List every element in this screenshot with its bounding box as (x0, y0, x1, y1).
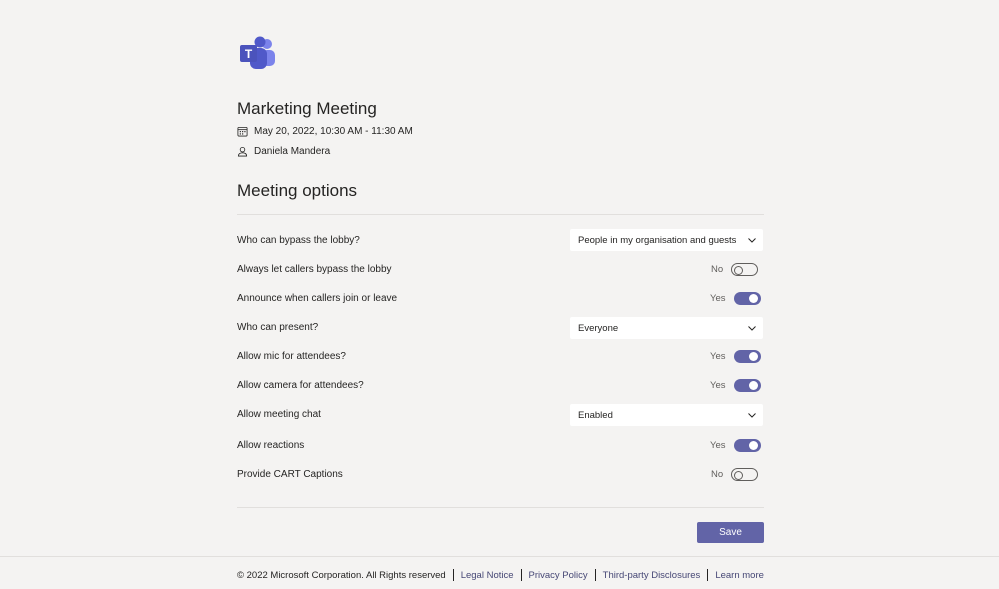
chevron-down-icon (748, 413, 756, 418)
svg-text:T: T (245, 47, 253, 61)
chevron-down-icon (748, 238, 756, 243)
divider (237, 214, 764, 215)
allow-mic-label: Allow mic for attendees? (237, 351, 346, 362)
person-icon (237, 146, 248, 157)
learn-more-link[interactable]: Learn more (715, 570, 764, 581)
separator (520, 569, 522, 581)
meeting-organizer-row: Daniela Mandera (237, 146, 330, 157)
bypass-lobby-value: People in my organisation and guests (578, 234, 737, 246)
cart-captions-label: Provide CART Captions (237, 469, 343, 480)
toggle-state-text: Yes (710, 293, 726, 304)
allow-mic-toggle[interactable] (733, 350, 761, 363)
privacy-policy-link[interactable]: Privacy Policy (529, 570, 588, 581)
toggle-state-text: Yes (710, 351, 726, 362)
divider (237, 507, 764, 508)
bypass-lobby-label: Who can bypass the lobby? (237, 235, 360, 246)
allow-camera-control: Yes (710, 379, 761, 392)
callers-bypass-toggle[interactable] (731, 263, 759, 276)
allow-reactions-label: Allow reactions (237, 440, 305, 451)
meeting-datetime-row: May 20, 2022, 10:30 AM - 11:30 AM (237, 126, 413, 137)
legal-notice-link[interactable]: Legal Notice (461, 570, 514, 581)
section-title: Meeting options (237, 181, 358, 200)
callers-bypass-control: No (711, 263, 759, 276)
toggle-state-text: No (711, 264, 724, 275)
meeting-chat-label: Allow meeting chat (237, 409, 321, 420)
toggle-state-text: Yes (710, 380, 726, 391)
meeting-organizer: Daniela Mandera (254, 146, 331, 157)
who-present-value: Everyone (578, 322, 619, 334)
meeting-chat-value: Enabled (578, 409, 613, 421)
announce-callers-label: Announce when callers join or leave (237, 293, 398, 304)
copyright-text: © 2022 Microsoft Corporation. All Rights… (237, 569, 446, 581)
third-party-disclosures-link[interactable]: Third-party Disclosures (603, 570, 701, 581)
meeting-chat-dropdown[interactable]: Enabled (570, 404, 763, 426)
separator (452, 569, 454, 581)
meeting-title: Marketing Meeting (237, 99, 377, 118)
chevron-down-icon (748, 326, 756, 331)
who-present-dropdown[interactable]: Everyone (570, 317, 763, 339)
toggle-state-text: Yes (710, 440, 726, 451)
callers-bypass-label: Always let callers bypass the lobby (237, 264, 392, 275)
allow-reactions-toggle[interactable] (733, 439, 761, 452)
who-present-label: Who can present? (237, 322, 319, 333)
separator (707, 569, 709, 581)
meeting-datetime: May 20, 2022, 10:30 AM - 11:30 AM (254, 126, 413, 137)
announce-callers-control: Yes (710, 292, 761, 305)
allow-camera-toggle[interactable] (733, 379, 761, 392)
bypass-lobby-dropdown[interactable]: People in my organisation and guests (570, 229, 763, 251)
allow-camera-label: Allow camera for attendees? (237, 380, 364, 391)
cart-captions-toggle[interactable] (731, 468, 759, 481)
cart-captions-control: No (711, 468, 759, 481)
allow-mic-control: Yes (710, 350, 761, 363)
footer: © 2022 Microsoft Corporation. All Rights… (0, 556, 999, 589)
allow-reactions-control: Yes (710, 439, 761, 452)
teams-logo-icon: T (240, 36, 275, 69)
separator (594, 569, 596, 581)
announce-callers-toggle[interactable] (733, 292, 761, 305)
toggle-state-text: No (711, 469, 724, 480)
calendar-icon (237, 126, 248, 137)
save-button[interactable]: Save (697, 522, 764, 543)
